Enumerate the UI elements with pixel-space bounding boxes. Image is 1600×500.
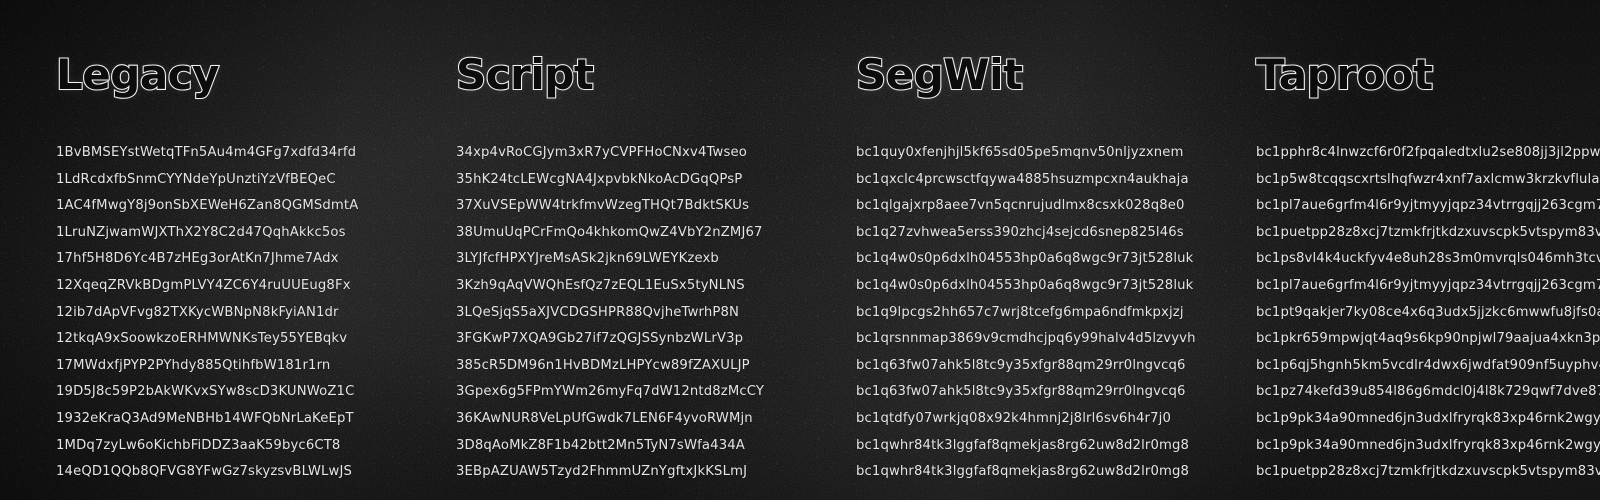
address-list-segwit: bc1quy0xfenjhjl5kf65sd05pe5mqnv50nljyzxn… [856, 140, 1200, 486]
address-list-taproot: bc1pphr8c4lnwzcf6r0f2fpqaledtxlu2se808jj… [1256, 140, 1600, 486]
address-item[interactable]: bc1q27zvhwea5erss390zhcj4sejcd6snep825l4… [856, 220, 1200, 247]
address-item[interactable]: bc1pt9qakjer7ky08ce4x6q3udx5jjzkc6mwwfu8… [1256, 300, 1600, 327]
address-item[interactable]: 1LdRcdxfbSnmCYYNdeYpUnztiYzVfBEQeC [56, 167, 400, 194]
address-item[interactable]: 14eQD1QQb8QFVG8YFwGz7skyzsvBLWLwJS [56, 459, 400, 486]
address-item[interactable]: 12tkqA9xSoowkzoERHMWNKsTey55YEBqkv [56, 326, 400, 353]
address-item[interactable]: bc1qtdfy07wrkjq08x92k4hmnj2j8lrl6sv6h4r7… [856, 406, 1200, 433]
address-item[interactable]: bc1quy0xfenjhjl5kf65sd05pe5mqnv50nljyzxn… [856, 140, 1200, 167]
address-item[interactable]: bc1qwhr84tk3lggfaf8qmekjas8rg62uw8d2lr0m… [856, 433, 1200, 460]
address-item[interactable]: 1BvBMSEYstWetqTFn5Au4m4GFg7xdfd34rfd [56, 140, 400, 167]
column-title-taproot: Taproot [1255, 50, 1434, 99]
address-item[interactable]: 35hK24tcLEWcgNA4JxpvbkNkoAcDGqQPsP [456, 167, 800, 194]
column-taproot: Taproot bc1pphr8c4lnwzcf6r0f2fpqaledtxlu… [1200, 0, 1600, 500]
address-item[interactable]: 12ib7dApVFvg82TXKycWBNpN8kFyiAN1dr [56, 300, 400, 327]
address-item[interactable]: bc1pphr8c4lnwzcf6r0f2fpqaledtxlu2se808jj… [1256, 140, 1600, 167]
address-item[interactable]: bc1pz74kefd39u854l86g6mdcl0j4l8k729qwf7d… [1256, 379, 1600, 406]
column-title-segwit: SegWit [855, 50, 1024, 99]
address-item[interactable]: 17MWdxfjPYP2PYhdy885QtihfbW181r1rn [56, 353, 400, 380]
column-legacy: Legacy 1BvBMSEYstWetqTFn5Au4m4GFg7xdfd34… [0, 0, 400, 500]
address-item[interactable]: 3Gpex6g5FPmYWm26myFq7dW12ntd8zMcCY [456, 379, 800, 406]
address-item[interactable]: 37XuVSEpWW4trkfmvWzegTHQt7BdktSKUs [456, 193, 800, 220]
address-item[interactable]: bc1ps8vl4k4uckfyv4e8uh28s3m0mvrqls046mh3… [1256, 246, 1600, 273]
address-item[interactable]: bc1p9pk34a90mned6jn3udxlfryrqk83xp46rnk2… [1256, 406, 1600, 433]
address-item[interactable]: bc1pl7aue6grfm4l6r9yjtmyyjqpz34vtrrgqjj2… [1256, 273, 1600, 300]
address-item[interactable]: 3LQeSjqS5aXJVCDGSHPR88QvjheTwrhP8N [456, 300, 800, 327]
address-item[interactable]: 1MDq7zyLw6oKichbFiDDZ3aaK59byc6CT8 [56, 433, 400, 460]
column-segwit: SegWit bc1quy0xfenjhjl5kf65sd05pe5mqnv50… [800, 0, 1200, 500]
address-item[interactable]: bc1puetpp28z8xcj7tzmkfrjtkdzxuvscpk5vtsp… [1256, 220, 1600, 247]
address-item[interactable]: 17hf5H8D6Yc4B7zHEg3orAtKn7Jhme7Adx [56, 246, 400, 273]
address-item[interactable]: 19D5J8c59P2bAkWKvxSYw8scD3KUNWoZ1C [56, 379, 400, 406]
address-item[interactable]: bc1qxclc4prcwsctfqywa4885hsuzmpcxn4aukha… [856, 167, 1200, 194]
address-item[interactable]: 36KAwNUR8VeLpUfGwdk7LEN6F4yvoRWMjn [456, 406, 800, 433]
address-item[interactable]: bc1q63fw07ahk5l8tc9y35xfgr88qm29rr0lngvc… [856, 379, 1200, 406]
address-item[interactable]: bc1qwhr84tk3lggfaf8qmekjas8rg62uw8d2lr0m… [856, 459, 1200, 486]
address-item[interactable]: 3EBpAZUAW5Tzyd2FhmmUZnYgftxJkKSLmJ [456, 459, 800, 486]
address-list-legacy: 1BvBMSEYstWetqTFn5Au4m4GFg7xdfd34rfd 1Ld… [56, 140, 400, 486]
address-item[interactable]: bc1qlgajxrp8aee7vn5qcnrujudlmx8csxk028q8… [856, 193, 1200, 220]
address-item[interactable]: 1932eKraQ3Ad9MeNBHb14WFQbNrLaKeEpT [56, 406, 400, 433]
column-title-legacy: Legacy [55, 50, 221, 99]
address-list-script: 34xp4vRoCGJym3xR7yCVPFHoCNxv4Twseo 35hK2… [456, 140, 800, 486]
address-item[interactable]: bc1puetpp28z8xcj7tzmkfrjtkdzxuvscpk5vtsp… [1256, 459, 1600, 486]
address-columns-container: Legacy 1BvBMSEYstWetqTFn5Au4m4GFg7xdfd34… [0, 0, 1600, 500]
address-item[interactable]: bc1p6qj5hgnh5km5vcdlr4dwx6jwdfat909nf5uy… [1256, 353, 1600, 380]
address-item[interactable]: 385cR5DM96n1HvBDMzLHPYcw89fZAXULJP [456, 353, 800, 380]
address-item[interactable]: 3FGKwP7XQA9Gb27if7zQGJSSynbzWLrV3p [456, 326, 800, 353]
column-script: Script 34xp4vRoCGJym3xR7yCVPFHoCNxv4Twse… [400, 0, 800, 500]
address-item[interactable]: bc1p5w8tcqqscxrtslhqfwzr4xnf7axlcmw3krzk… [1256, 167, 1600, 194]
address-item[interactable]: bc1q9lpcgs2hh657c7wrj8tcefg6mpa6ndfmkpxj… [856, 300, 1200, 327]
address-item[interactable]: bc1pl7aue6grfm4l6r9yjtmyyjqpz34vtrrgqjj2… [1256, 193, 1600, 220]
column-title-script: Script [455, 50, 595, 99]
address-item[interactable]: 1AC4fMwgY8j9onSbXEWeH6Zan8QGMSdmtA [56, 193, 400, 220]
address-item[interactable]: bc1pkr659mpwjqt4aq9s6kp90npjwl79aajua4xk… [1256, 326, 1600, 353]
address-item[interactable]: bc1q4w0s0p6dxlh04553hp0a6q8wgc9r73jt528l… [856, 273, 1200, 300]
address-item[interactable]: bc1qrsnnmap3869v9cmdhcjpq6y99halv4d5lzvy… [856, 326, 1200, 353]
address-item[interactable]: 34xp4vRoCGJym3xR7yCVPFHoCNxv4Twseo [456, 140, 800, 167]
address-item[interactable]: bc1q4w0s0p6dxlh04553hp0a6q8wgc9r73jt528l… [856, 246, 1200, 273]
address-item[interactable]: 3Kzh9qAqVWQhEsfQz7zEQL1EuSx5tyNLNS [456, 273, 800, 300]
address-item[interactable]: 3LYJfcfHPXYJreMsASk2jkn69LWEYKzexb [456, 246, 800, 273]
address-item[interactable]: bc1p9pk34a90mned6jn3udxlfryrqk83xp46rnk2… [1256, 433, 1600, 460]
address-item[interactable]: 38UmuUqPCrFmQo4khkomQwZ4VbY2nZMJ67 [456, 220, 800, 247]
address-item[interactable]: 3D8qAoMkZ8F1b42btt2Mn5TyN7sWfa434A [456, 433, 800, 460]
address-item[interactable]: 1LruNZjwamWJXThX2Y8C2d47QqhAkkc5os [56, 220, 400, 247]
address-item[interactable]: bc1q63fw07ahk5l8tc9y35xfgr88qm29rr0lngvc… [856, 353, 1200, 380]
address-item[interactable]: 12XqeqZRVkBDgmPLVY4ZC6Y4ruUUEug8Fx [56, 273, 400, 300]
